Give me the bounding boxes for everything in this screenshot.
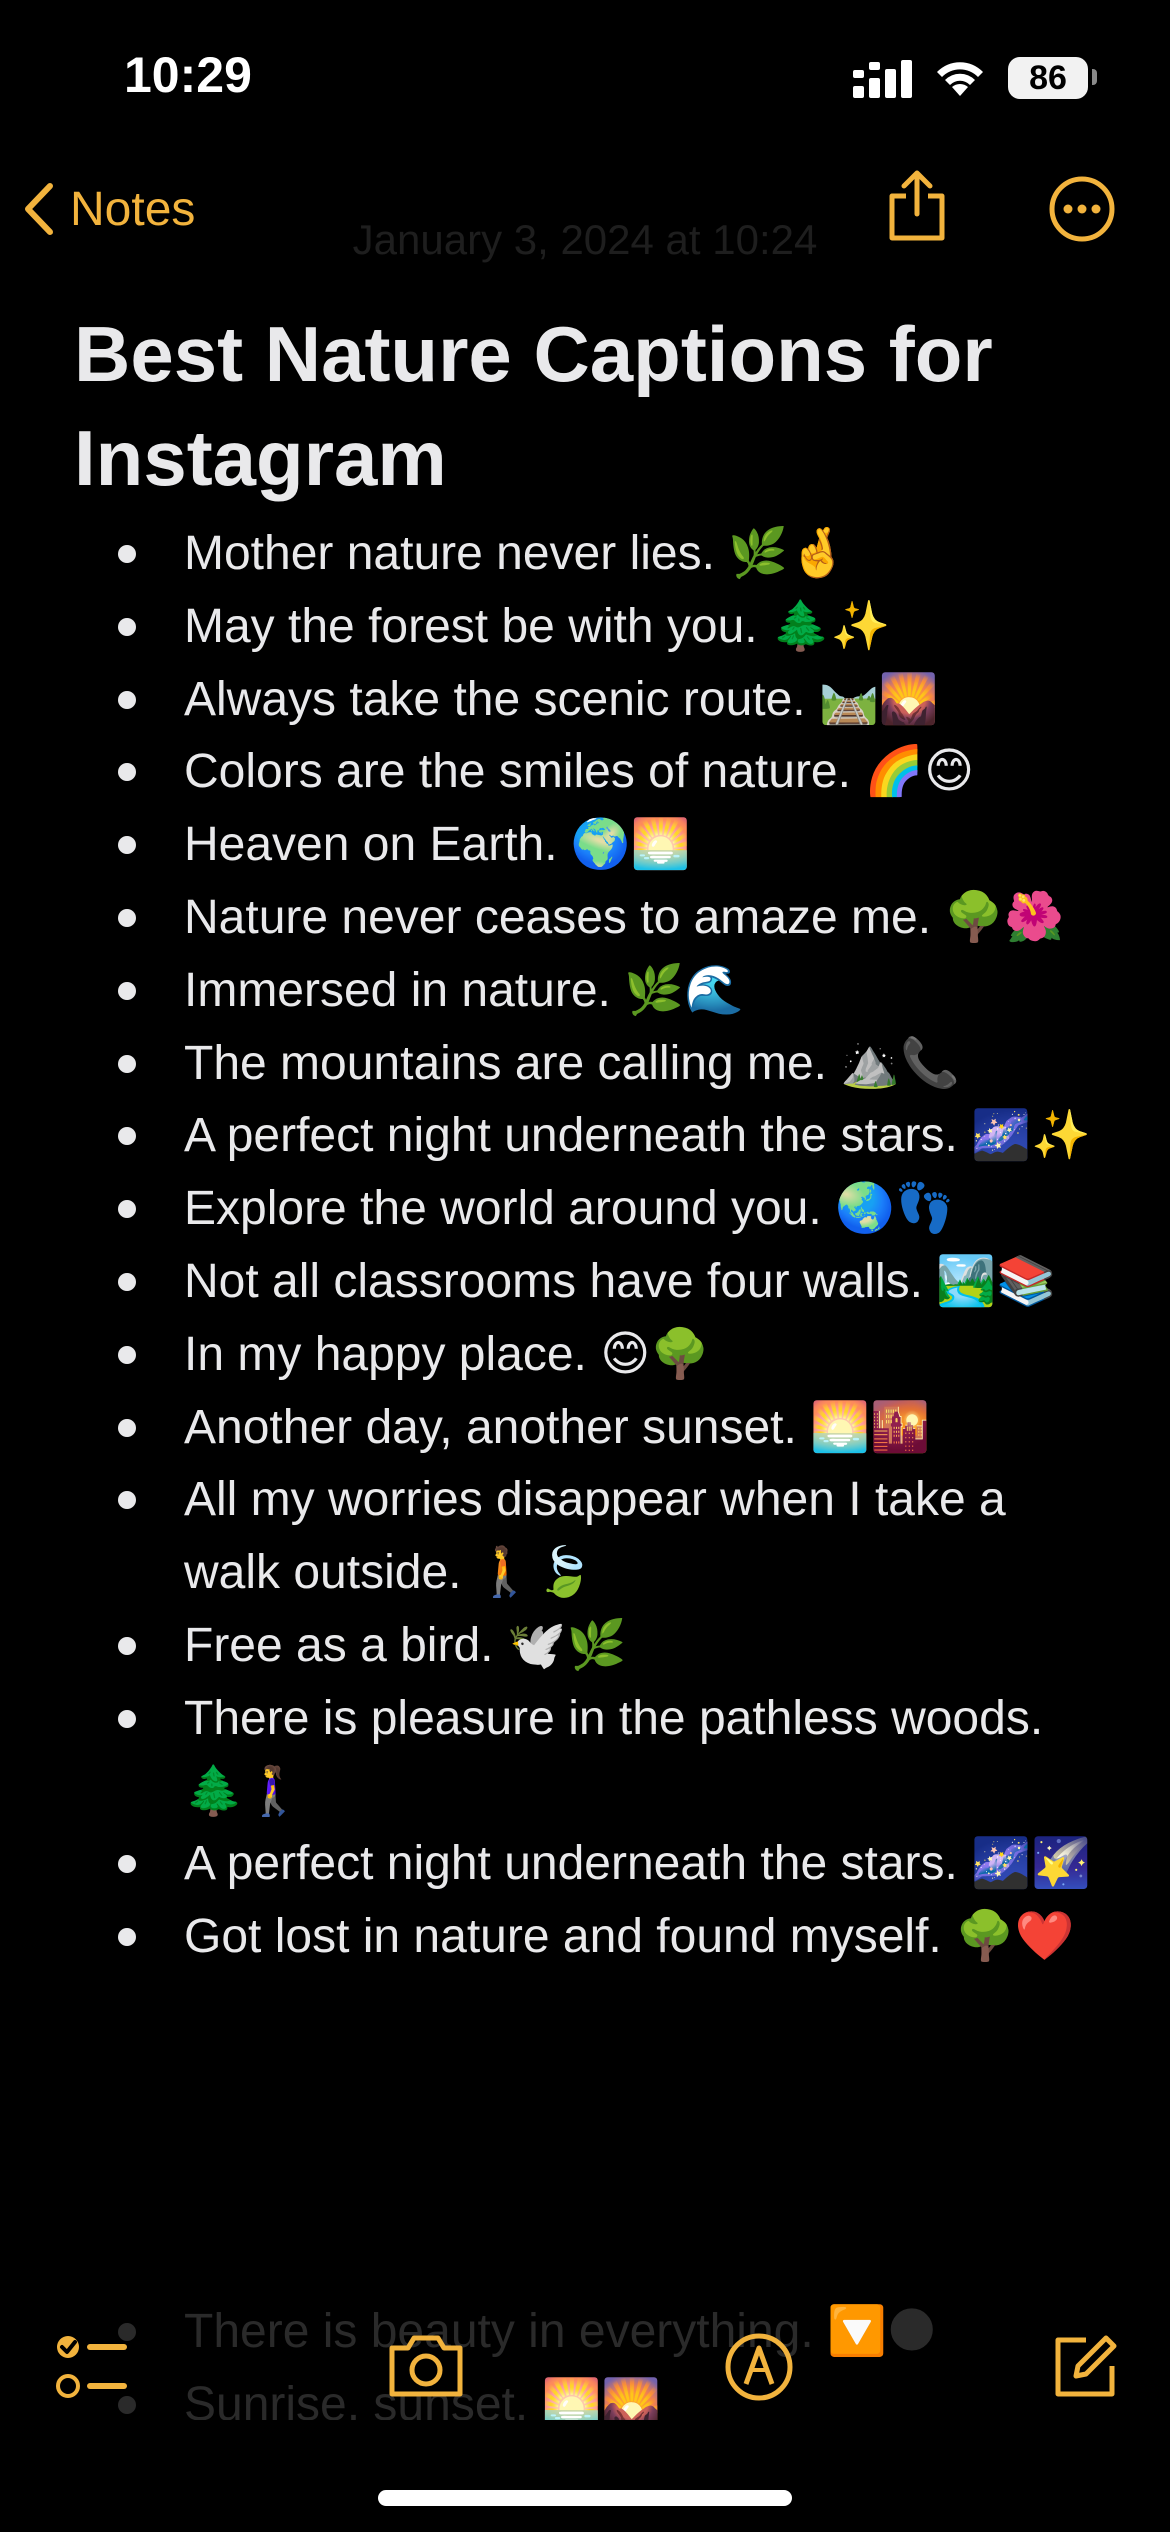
battery-tip: [1092, 69, 1097, 85]
note-date: January 3, 2024 at 10:24: [352, 216, 818, 263]
caption-list: Mother nature never lies. 🌿🤞 May the fore…: [0, 518, 1170, 1974]
caption-item: Mother nature never lies. 🌿🤞: [0, 518, 1170, 591]
caption-item: The mountains are calling me. ⛰️📞: [0, 1028, 1170, 1101]
note-content[interactable]: Best Nature Captions for Instagram Mothe…: [0, 290, 1170, 2290]
caption-item: All my worries disappear when I take a w…: [0, 1464, 1170, 1610]
caption-item: Always take the scenic route. 🛤️🌄: [0, 664, 1170, 737]
note-title: Best Nature Captions for Instagram: [74, 310, 993, 502]
bottom-toolbar: [0, 2280, 1170, 2455]
caption-item: May the forest be with you. 🌲✨: [0, 591, 1170, 664]
wifi-icon: [937, 62, 983, 96]
markup-pen-icon[interactable]: [724, 2332, 794, 2402]
checklist-icon[interactable]: [54, 2332, 130, 2402]
caption-item: Another day, another sunset. 🌅🌇: [0, 1392, 1170, 1465]
caption-item: A perfect night underneath the stars. 🌌🌠: [0, 1828, 1170, 1901]
status-bar: 10:29 86: [0, 0, 1170, 150]
caption-item: In my happy place. 😊🌳: [0, 1319, 1170, 1392]
compose-icon[interactable]: [1050, 2332, 1120, 2402]
cellular-signal-icon: [853, 60, 912, 98]
caption-item: Free as a bird. 🕊️🌿: [0, 1610, 1170, 1683]
caption-item: A perfect night underneath the stars. 🌌✨: [0, 1100, 1170, 1173]
home-indicator[interactable]: [378, 2490, 792, 2506]
caption-item: Immersed in nature. 🌿🌊: [0, 955, 1170, 1028]
caption-item: Got lost in nature and found myself. 🌳❤️: [0, 1901, 1170, 1974]
caption-item: Colors are the smiles of nature. 🌈😊: [0, 736, 1170, 809]
battery-indicator: 86: [1008, 57, 1088, 99]
caption-item: There is pleasure in the pathless woods.…: [0, 1683, 1170, 1829]
camera-icon[interactable]: [386, 2332, 466, 2398]
status-time: 10:29: [124, 47, 252, 103]
caption-item: Nature never ceases to amaze me. 🌳🌺: [0, 882, 1170, 955]
caption-item: Not all classrooms have four walls. 🏞️📚: [0, 1246, 1170, 1319]
caption-item: Explore the world around you. 🌏👣: [0, 1173, 1170, 1246]
caption-item: Heaven on Earth. 🌍🌅: [0, 809, 1170, 882]
